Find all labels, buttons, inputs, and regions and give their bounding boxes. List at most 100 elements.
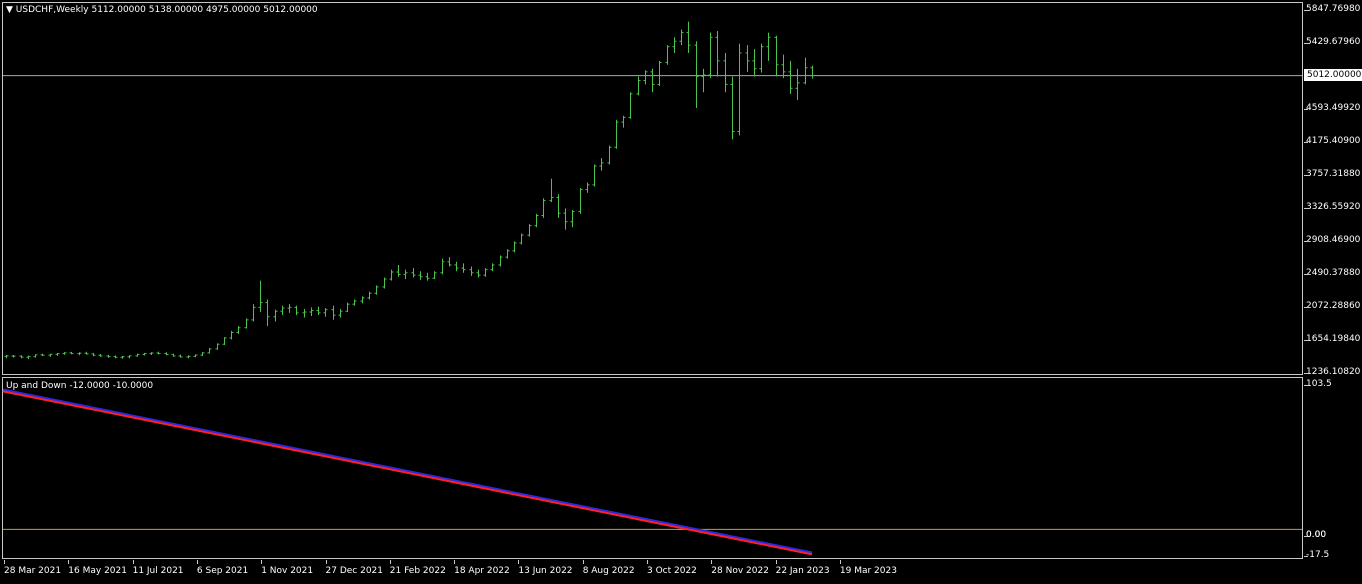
ohlc-bar <box>505 249 510 259</box>
ohlc-bar <box>614 119 619 149</box>
ohlc-bar <box>309 307 314 316</box>
ohlc-bar <box>665 45 670 65</box>
ohlc-bar <box>142 352 147 356</box>
ohlc-bar <box>549 178 554 203</box>
ohlc-bar <box>454 261 459 272</box>
ohlc-bar <box>265 299 270 327</box>
ohlc-bar <box>389 269 394 281</box>
time-tick-label: 21 Feb 2022 <box>389 560 446 576</box>
ohlc-bar <box>396 264 401 277</box>
time-tick-label: 13 Jun 2022 <box>518 560 573 576</box>
ohlc-bar <box>650 68 655 93</box>
ohlc-bar <box>490 263 495 272</box>
ohlc-bar <box>48 353 53 357</box>
ohlc-bar <box>469 266 474 276</box>
current-price-tag: 5012.00000 <box>1304 69 1362 81</box>
ohlc-bar <box>40 353 45 357</box>
ohlc-bar <box>759 43 764 73</box>
ohlc-bar <box>628 92 633 119</box>
ohlc-bar <box>302 308 307 318</box>
ohlc-bar <box>599 158 604 171</box>
ohlc-bar <box>519 233 524 245</box>
ohlc-bar <box>149 352 154 356</box>
time-tick-label: 6 Sep 2021 <box>196 560 249 576</box>
ohlc-bar <box>730 76 735 140</box>
ohlc-bar <box>62 352 67 355</box>
chart-title: ▼ USDCHF,Weekly 5112.00000 5138.00000 49… <box>6 5 318 15</box>
indicator-up-line <box>2 388 813 555</box>
ohlc-bar <box>672 37 677 53</box>
time-tick-label: 16 May 2021 <box>68 560 127 576</box>
ohlc-bar <box>171 353 176 357</box>
ohlc-bar <box>135 353 140 357</box>
time-tick-label: 22 Jan 2023 <box>775 560 830 576</box>
ohlc-bar <box>229 330 234 340</box>
ohlc-bar <box>411 268 416 278</box>
ohlc-bar <box>345 302 350 313</box>
ohlc-bar <box>803 57 808 85</box>
time-tick-label: 8 Aug 2022 <box>582 560 635 576</box>
price-tick-label: 1236.10820 <box>1303 367 1361 377</box>
ohlc-bar <box>113 355 118 359</box>
ohlc-bar <box>440 258 445 275</box>
indicator-tick-label: 0.00 <box>1303 530 1327 540</box>
ohlc-bar <box>636 76 641 96</box>
ohlc-bar <box>498 255 503 267</box>
price-tick-label: 2908.46900 <box>1303 235 1361 245</box>
price-tick-label: 3757.31880 <box>1303 169 1361 179</box>
time-tick-label: 28 Mar 2021 <box>4 560 62 576</box>
ohlc-bar <box>251 304 256 322</box>
price-tick-label: 1654.19840 <box>1303 334 1361 344</box>
ohlc-bar <box>19 355 24 359</box>
price-tick-label: 2490.37880 <box>1303 268 1361 278</box>
ohlc-bar <box>403 269 408 280</box>
ohlc-bar <box>425 272 430 281</box>
ohlc-bar <box>512 241 517 253</box>
ohlc-bar <box>186 355 191 359</box>
ohlc-bar <box>207 348 212 354</box>
price-tick-label: 4175.40900 <box>1303 136 1361 146</box>
ohlc-bar <box>338 308 343 318</box>
chart-canvas[interactable] <box>0 0 1362 584</box>
ohlc-bar <box>273 309 278 322</box>
time-tick-label: 3 Oct 2022 <box>647 560 697 576</box>
ohlc-bar <box>723 52 728 93</box>
ohlc-bar <box>483 268 488 277</box>
ohlc-bar <box>84 351 89 355</box>
ohlc-bar <box>91 352 96 357</box>
ohlc-bar <box>244 318 249 329</box>
ohlc-bar <box>461 263 466 273</box>
ohlc-bar <box>26 355 31 360</box>
ohlc-bar <box>77 352 82 356</box>
ohlc-bar <box>737 43 742 136</box>
ohlc-bar <box>788 60 793 94</box>
ohlc-bar <box>745 45 750 72</box>
ohlc-bar <box>432 271 437 280</box>
time-tick-label: 27 Dec 2021 <box>325 560 383 576</box>
ohlc-bar <box>200 352 205 356</box>
ohlc-bar <box>810 65 815 79</box>
price-tick-label: 2072.28860 <box>1303 301 1361 311</box>
ohlc-bar <box>774 35 779 77</box>
indicator-title: Up and Down -12.0000 -10.0000 <box>6 381 154 391</box>
title-dropdown-icon[interactable]: ▼ <box>6 5 13 15</box>
ohlc-bar <box>578 188 583 214</box>
ohlc-bar <box>418 271 423 280</box>
ohlc-bar <box>701 68 706 93</box>
time-tick-label: 1 Nov 2021 <box>261 560 314 576</box>
time-tick-label: 28 Nov 2022 <box>711 560 769 576</box>
ohlc-bar <box>11 355 16 358</box>
ohlc-bar <box>287 304 292 313</box>
symbol-info: USDCHF,Weekly 5112.00000 5138.00000 4975… <box>15 5 318 15</box>
ohlc-bar <box>294 305 299 316</box>
ohlc-bar <box>643 70 648 85</box>
ohlc-bar <box>69 351 74 355</box>
ohlc-bar <box>715 31 720 77</box>
ohlc-bar <box>222 337 227 346</box>
ohlc-bar <box>367 291 372 300</box>
ohlc-bar <box>795 68 800 101</box>
price-tick-label: 5429.67960 <box>1303 37 1361 47</box>
ohlc-bar <box>708 32 713 79</box>
ohlc-bar <box>592 164 597 187</box>
ohlc-bar <box>33 354 38 358</box>
